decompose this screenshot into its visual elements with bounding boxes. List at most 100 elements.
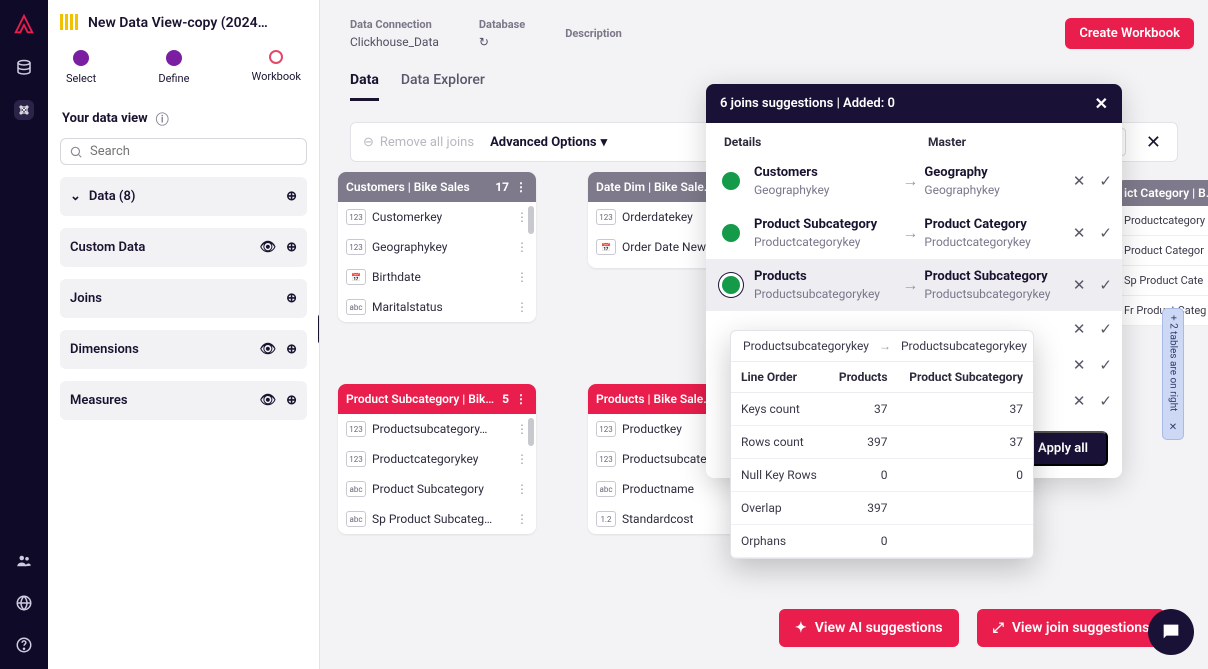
database-icon[interactable] — [14, 58, 34, 78]
more-icon[interactable]: ⋮ — [516, 240, 528, 254]
sugg-detail: Product Subcategory — [754, 217, 896, 232]
tab-data[interactable]: Data — [350, 62, 379, 101]
step-define-dot[interactable] — [166, 50, 182, 66]
eye-icon[interactable]: 👁 — [260, 240, 277, 255]
field-name: Product Subcategory — [372, 482, 510, 496]
accept-icon[interactable]: ✓ — [1099, 392, 1112, 410]
reject-icon[interactable]: ✕ — [1073, 392, 1086, 410]
more-icon[interactable]: ⋮ — [516, 422, 528, 436]
panel-dimensions[interactable]: Dimensions 👁 ⊕ — [60, 330, 307, 369]
eye-icon[interactable]: 👁 — [260, 393, 277, 408]
search-input[interactable] — [90, 144, 298, 159]
table-row: Orphans0 — [731, 525, 1033, 558]
status-dot — [722, 224, 740, 242]
tip-key-b: Productsubcategorykey — [901, 339, 1027, 353]
sugg-master-key: Productsubcategorykey — [924, 287, 1066, 301]
panel-data[interactable]: ⌄Data (8) ⊕ — [60, 177, 307, 216]
sugg-detail-key: Geographykey — [754, 183, 896, 197]
hdr-conn-label: Data Connection — [350, 18, 439, 31]
panel-measures[interactable]: Measures 👁 ⊕ — [60, 381, 307, 420]
info-icon[interactable]: ⓘ — [156, 109, 169, 128]
close-icon[interactable]: ✕ — [1095, 94, 1108, 113]
close-icon[interactable]: ✕ — [1169, 422, 1177, 433]
chat-bubble-button[interactable] — [1148, 609, 1194, 655]
sugg-master-key: Geographykey — [924, 183, 1066, 197]
section-heading: Your data view — [62, 111, 148, 126]
help-icon[interactable] — [14, 635, 34, 655]
advanced-options-menu[interactable]: Advanced Options▾ — [490, 135, 607, 150]
sugg-detail: Products — [754, 269, 896, 284]
col-master: Master — [900, 135, 1104, 149]
close-icon[interactable]: ✕ — [1142, 132, 1165, 153]
reject-icon[interactable]: ✕ — [1073, 276, 1086, 294]
reject-icon[interactable]: ✕ — [1073, 172, 1086, 190]
view-join-suggestions-button[interactable]: ⤢View join suggestions — [977, 609, 1166, 647]
view-glyph-icon — [60, 14, 78, 32]
sugg-master: Product Category — [924, 217, 1066, 232]
panel-resize-handle[interactable] — [318, 314, 320, 344]
join-preview-tooltip: Productsubcategorykey → Productsubcatego… — [730, 330, 1034, 559]
eye-icon[interactable]: 👁 — [260, 342, 277, 357]
search-input-wrap[interactable] — [60, 138, 307, 165]
search-icon — [69, 145, 83, 159]
sugg-row[interactable]: Product SubcategoryProductcategorykey → … — [706, 207, 1122, 259]
sparkle-icon: ✦ — [795, 620, 807, 636]
reject-icon[interactable]: ✕ — [1073, 320, 1086, 338]
more-icon[interactable]: ⋮ — [516, 512, 528, 526]
more-icon[interactable]: ⋮ — [516, 452, 528, 466]
card-productcategory-peek: ict Category | B… Productcategory Produc… — [1118, 180, 1208, 326]
sugg-title: 6 joins suggestions | Added: 0 — [720, 96, 895, 111]
accept-icon[interactable]: ✓ — [1099, 224, 1112, 242]
reject-icon[interactable]: ✕ — [1073, 224, 1086, 242]
globe-icon[interactable] — [14, 593, 34, 613]
scrollbar[interactable] — [528, 206, 534, 234]
create-workbook-button[interactable]: Create Workbook — [1065, 18, 1194, 49]
step-select-dot[interactable] — [73, 50, 89, 66]
more-icon[interactable]: ⋮ — [515, 180, 528, 194]
card-productsubcategory[interactable]: Product Subcategory | Bik…5⋮ 123Products… — [338, 384, 536, 534]
accept-icon[interactable]: ✓ — [1099, 276, 1112, 294]
sugg-row[interactable]: CustomersGeographykey → GeographyGeograp… — [706, 155, 1122, 207]
scrollbar[interactable] — [528, 418, 534, 446]
sugg-detail-key: Productsubcategorykey — [754, 287, 896, 301]
step-workbook-dot[interactable] — [269, 50, 283, 64]
users-icon[interactable] — [14, 551, 34, 571]
offscreen-tables-chip[interactable]: + 2 tables are on right ✕ — [1162, 308, 1184, 440]
add-icon[interactable]: ⊕ — [286, 189, 297, 204]
col-details: Details — [724, 135, 900, 149]
add-icon[interactable]: ⊕ — [286, 342, 297, 357]
panel-dimensions-label: Dimensions — [70, 342, 139, 357]
more-icon[interactable]: ⋮ — [516, 482, 528, 496]
add-icon[interactable]: ⊕ — [286, 291, 297, 306]
add-icon[interactable]: ⊕ — [286, 393, 297, 408]
more-icon[interactable]: ⋮ — [515, 392, 528, 406]
sugg-detail: Customers — [754, 165, 896, 180]
card-customers[interactable]: Customers | Bike Sales17⋮ 123Customerkey… — [338, 172, 536, 322]
accept-icon[interactable]: ✓ — [1099, 356, 1112, 374]
arrow-right-icon: → — [902, 223, 918, 243]
app-logo — [13, 14, 35, 36]
table-row: Rows count39737 — [731, 426, 1033, 459]
panel-measures-label: Measures — [70, 393, 128, 408]
card-title: ict Category | B… — [1118, 180, 1208, 206]
view-title: New Data View-copy (2024… — [88, 15, 268, 31]
add-icon[interactable]: ⊕ — [286, 240, 297, 255]
panel-joins[interactable]: Joins ⊕ — [60, 279, 307, 318]
more-icon[interactable]: ⋮ — [516, 300, 528, 314]
tab-data-explorer[interactable]: Data Explorer — [401, 62, 485, 101]
hdr-db-refresh[interactable]: ↻ — [479, 35, 525, 49]
model-icon[interactable] — [14, 100, 34, 120]
reject-icon[interactable]: ✕ — [1073, 356, 1086, 374]
field-name: Productcategory — [1118, 206, 1208, 236]
field-name: Geographykey — [372, 240, 510, 254]
step-define-label: Define — [158, 72, 189, 85]
panel-custom[interactable]: Custom Data 👁⊕ — [60, 228, 307, 267]
more-icon[interactable]: ⋮ — [516, 210, 528, 224]
sugg-row-active[interactable]: ProductsProductsubcategorykey → Product … — [706, 259, 1122, 311]
field-name: Customerkey — [372, 210, 510, 224]
field-name: Sp Product Subcateg… — [372, 512, 510, 526]
accept-icon[interactable]: ✓ — [1099, 320, 1112, 338]
view-ai-suggestions-button[interactable]: ✦View AI suggestions — [779, 609, 959, 647]
accept-icon[interactable]: ✓ — [1099, 172, 1112, 190]
more-icon[interactable]: ⋮ — [516, 270, 528, 284]
